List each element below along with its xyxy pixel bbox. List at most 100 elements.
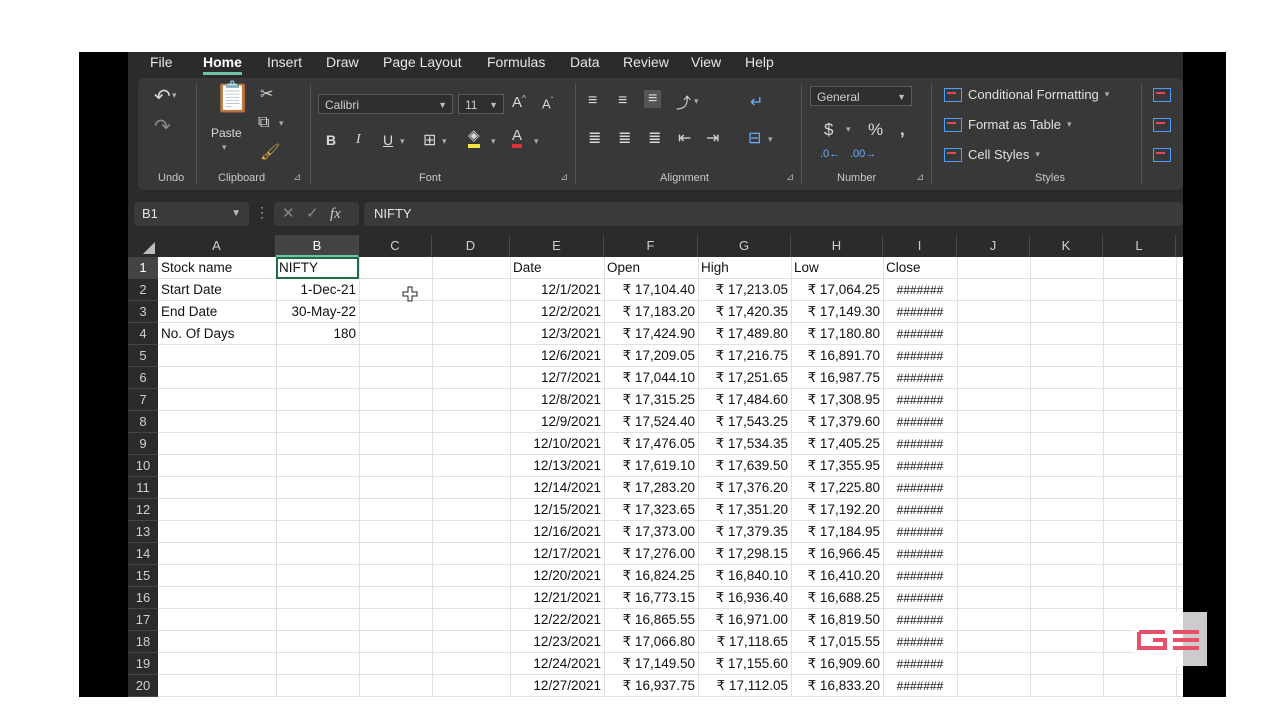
fill-color-icon[interactable]: ◈ (468, 128, 480, 148)
cell-date[interactable]: 12/20/2021 (510, 565, 604, 587)
row-header-3[interactable]: 3 (128, 301, 158, 323)
cell-open[interactable]: ₹ 17,524.40 (604, 411, 698, 433)
dialog-launcher-icon[interactable]: ⊿ (786, 172, 794, 183)
cell-a4[interactable]: No. Of Days (158, 323, 276, 345)
orientation-dropdown-icon[interactable]: ▾ (694, 96, 699, 107)
cell-high[interactable]: ₹ 17,543.25 (698, 411, 791, 433)
row-header-13[interactable]: 13 (128, 521, 158, 543)
cell-close[interactable]: ####### (883, 543, 957, 565)
cell-high[interactable]: ₹ 17,112.05 (698, 675, 791, 697)
row-header-15[interactable]: 15 (128, 565, 158, 587)
fill-color-dropdown-icon[interactable]: ▾ (491, 136, 496, 147)
cell-close[interactable]: ####### (883, 521, 957, 543)
wrap-text-icon[interactable]: ↵ (750, 92, 763, 112)
row-header-20[interactable]: 20 (128, 675, 158, 697)
cell-high[interactable]: ₹ 16,840.10 (698, 565, 791, 587)
cell-b4[interactable]: 180 (276, 323, 359, 345)
row-header-11[interactable]: 11 (128, 477, 158, 499)
tab-review[interactable]: Review (623, 54, 669, 70)
cell-high[interactable]: ₹ 17,379.35 (698, 521, 791, 543)
row-header-19[interactable]: 19 (128, 653, 158, 675)
number-format-select[interactable]: General ▼ (810, 86, 912, 106)
column-header-b[interactable]: B (276, 235, 359, 257)
increase-decimal-icon[interactable]: .0← (820, 148, 840, 160)
cell-date[interactable]: 12/22/2021 (510, 609, 604, 631)
cell-close[interactable]: ####### (883, 587, 957, 609)
cell-high[interactable]: ₹ 17,298.15 (698, 543, 791, 565)
format-painter-icon[interactable]: 🖌 (260, 142, 280, 162)
cell-low[interactable]: ₹ 17,064.25 (791, 279, 883, 301)
conditional-formatting-button[interactable]: Conditional Formatting ▾ (944, 87, 1109, 102)
cell-open[interactable]: ₹ 17,276.00 (604, 543, 698, 565)
merge-center-icon[interactable]: ⊟ (748, 128, 761, 148)
cell-close[interactable]: ####### (883, 609, 957, 631)
align-center-icon[interactable]: ≣ (618, 128, 631, 148)
cell-low[interactable]: ₹ 17,355.95 (791, 455, 883, 477)
format-cells-icon[interactable] (1153, 148, 1171, 162)
redo-icon[interactable]: ↷ (154, 114, 171, 139)
cell-close[interactable]: ####### (883, 279, 957, 301)
tab-insert[interactable]: Insert (267, 54, 302, 70)
column-header-a[interactable]: A (158, 235, 276, 257)
cell-b3[interactable]: 30-May-22 (276, 301, 359, 323)
cell-high[interactable]: ₹ 17,420.35 (698, 301, 791, 323)
cell-high[interactable]: ₹ 17,376.20 (698, 477, 791, 499)
cell-date[interactable]: 12/21/2021 (510, 587, 604, 609)
tab-draw[interactable]: Draw (326, 54, 359, 70)
copy-icon[interactable]: ⧉ (258, 114, 269, 132)
align-top-icon[interactable]: ≡ (588, 92, 597, 110)
column-header-i[interactable]: I (883, 235, 957, 257)
column-header-j[interactable]: J (957, 235, 1030, 257)
cell-high[interactable]: ₹ 17,251.65 (698, 367, 791, 389)
cell-close[interactable]: ####### (883, 411, 957, 433)
column-header-g[interactable]: G (698, 235, 791, 257)
tab-home[interactable]: Home (203, 54, 242, 75)
column-header-f[interactable]: F (604, 235, 698, 257)
cell-low[interactable]: ₹ 17,192.20 (791, 499, 883, 521)
cell-open[interactable]: ₹ 17,315.25 (604, 389, 698, 411)
column-header-e[interactable]: E (510, 235, 604, 257)
underline-dropdown-icon[interactable]: ▾ (400, 136, 405, 147)
row-header-4[interactable]: 4 (128, 323, 158, 345)
cell-open[interactable]: ₹ 17,424.90 (604, 323, 698, 345)
underline-icon[interactable]: U (383, 132, 393, 148)
worksheet-grid[interactable]: Stock name NIFTY Start Date 1-Dec-21 End… (158, 257, 1183, 697)
cell-a1[interactable]: Stock name (158, 257, 276, 279)
cell-close[interactable]: ####### (883, 345, 957, 367)
cell-b2[interactable]: 1-Dec-21 (276, 279, 359, 301)
insert-function-icon[interactable]: fx (330, 202, 341, 226)
cell-open[interactable]: ₹ 16,773.15 (604, 587, 698, 609)
cell-open[interactable]: ₹ 17,323.65 (604, 499, 698, 521)
font-color-dropdown-icon[interactable]: ▾ (534, 136, 539, 147)
row-header-16[interactable]: 16 (128, 587, 158, 609)
cell-date[interactable]: 12/14/2021 (510, 477, 604, 499)
tab-help[interactable]: Help (745, 54, 774, 70)
cell-low[interactable]: ₹ 16,966.45 (791, 543, 883, 565)
row-header-14[interactable]: 14 (128, 543, 158, 565)
decrease-decimal-icon[interactable]: .00→ (850, 148, 876, 160)
borders-dropdown-icon[interactable]: ▾ (442, 136, 447, 147)
cell-open[interactable]: ₹ 17,619.10 (604, 455, 698, 477)
dialog-launcher-icon[interactable]: ⊿ (560, 172, 568, 183)
cell-low[interactable]: ₹ 16,833.20 (791, 675, 883, 697)
cell-high[interactable]: ₹ 17,484.60 (698, 389, 791, 411)
cell-high[interactable]: ₹ 17,639.50 (698, 455, 791, 477)
header-date[interactable]: Date (510, 257, 604, 279)
cell-close[interactable]: ####### (883, 389, 957, 411)
dialog-launcher-icon[interactable]: ⊿ (293, 172, 301, 183)
cell-close[interactable]: ####### (883, 631, 957, 653)
cell-open[interactable]: ₹ 17,209.05 (604, 345, 698, 367)
cell-close[interactable]: ####### (883, 477, 957, 499)
row-header-1[interactable]: 1 (128, 257, 158, 279)
cell-close[interactable]: ####### (883, 301, 957, 323)
cell-date[interactable]: 12/24/2021 (510, 653, 604, 675)
decrease-font-icon[interactable]: Aˇ (542, 96, 553, 111)
cell-close[interactable]: ####### (883, 433, 957, 455)
row-header-17[interactable]: 17 (128, 609, 158, 631)
percent-icon[interactable]: % (868, 120, 883, 140)
cell-a2[interactable]: Start Date (158, 279, 276, 301)
row-header-12[interactable]: 12 (128, 499, 158, 521)
cell-high[interactable]: ₹ 17,213.05 (698, 279, 791, 301)
header-close[interactable]: Close (883, 257, 957, 279)
cell-date[interactable]: 12/16/2021 (510, 521, 604, 543)
